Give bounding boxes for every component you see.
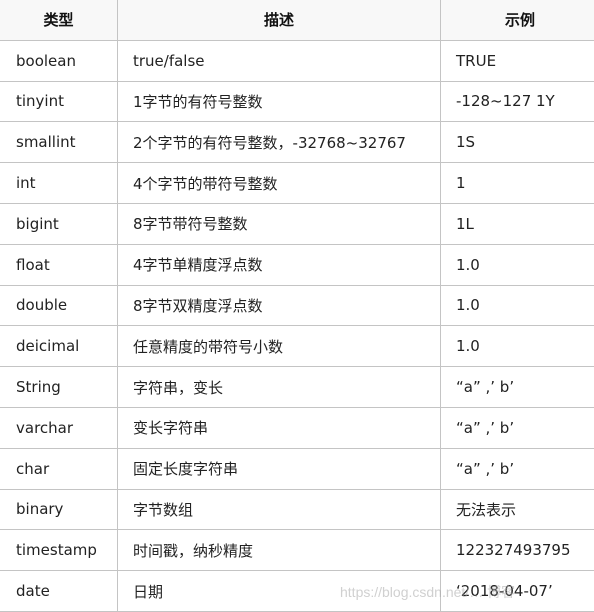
cell-description: 字符串，变长 bbox=[118, 367, 441, 408]
cell-description: 4个字节的带符号整数 bbox=[118, 163, 441, 204]
cell-type: tinyint bbox=[0, 81, 118, 122]
cell-example: -128~127 1Y bbox=[441, 81, 594, 122]
header-example: 示例 bbox=[441, 0, 594, 40]
cell-example: 122327493795 bbox=[441, 530, 594, 571]
cell-type: date bbox=[0, 571, 118, 612]
table-row: bigint8字节带符号整数1L bbox=[0, 203, 594, 244]
cell-description: 字节数组 bbox=[118, 489, 441, 530]
cell-description: 4字节单精度浮点数 bbox=[118, 244, 441, 285]
cell-type: char bbox=[0, 448, 118, 489]
data-types-table: 类型 描述 示例 booleantrue/falseTRUEtinyint1字节… bbox=[0, 0, 594, 612]
cell-description: 日期 bbox=[118, 571, 441, 612]
table-row: binary字节数组无法表示 bbox=[0, 489, 594, 530]
cell-description: 变长字符串 bbox=[118, 407, 441, 448]
cell-type: deicimal bbox=[0, 326, 118, 367]
table-row: char固定长度字符串 “a” ,’ b’ bbox=[0, 448, 594, 489]
cell-example: 无法表示 bbox=[441, 489, 594, 530]
cell-description: 2个字节的有符号整数，-32768~32767 bbox=[118, 122, 441, 163]
cell-example: 1 bbox=[441, 163, 594, 204]
table-row: tinyint1字节的有符号整数-128~127 1Y bbox=[0, 81, 594, 122]
table-row: float4字节单精度浮点数1.0 bbox=[0, 244, 594, 285]
cell-example: 1.0 bbox=[441, 285, 594, 326]
cell-description: 任意精度的带符号小数 bbox=[118, 326, 441, 367]
cell-example: “a” ,’ b’ bbox=[441, 367, 594, 408]
cell-type: timestamp bbox=[0, 530, 118, 571]
cell-type: bigint bbox=[0, 203, 118, 244]
cell-example: ‘2018-04-07’ bbox=[441, 571, 594, 612]
table-row: int4个字节的带符号整数1 bbox=[0, 163, 594, 204]
cell-type: float bbox=[0, 244, 118, 285]
cell-description: 固定长度字符串 bbox=[118, 448, 441, 489]
table-body: booleantrue/falseTRUEtinyint1字节的有符号整数-12… bbox=[0, 40, 594, 611]
cell-description: 8字节带符号整数 bbox=[118, 203, 441, 244]
cell-type: smallint bbox=[0, 122, 118, 163]
cell-example: 1S bbox=[441, 122, 594, 163]
cell-type: int bbox=[0, 163, 118, 204]
cell-description: true/false bbox=[118, 40, 441, 81]
cell-type: String bbox=[0, 367, 118, 408]
cell-example: TRUE bbox=[441, 40, 594, 81]
cell-description: 时间戳，纳秒精度 bbox=[118, 530, 441, 571]
table-row: date日期‘2018-04-07’ bbox=[0, 571, 594, 612]
cell-example: 1.0 bbox=[441, 244, 594, 285]
cell-example: 1L bbox=[441, 203, 594, 244]
table-row: varchar变长字符串 “a” ,’ b’ bbox=[0, 407, 594, 448]
table-row: double8字节双精度浮点数1.0 bbox=[0, 285, 594, 326]
header-type: 类型 bbox=[0, 0, 118, 40]
table-row: smallint2个字节的有符号整数，-32768~327671S bbox=[0, 122, 594, 163]
cell-description: 1字节的有符号整数 bbox=[118, 81, 441, 122]
cell-description: 8字节双精度浮点数 bbox=[118, 285, 441, 326]
cell-type: binary bbox=[0, 489, 118, 530]
cell-type: double bbox=[0, 285, 118, 326]
cell-example: “a” ,’ b’ bbox=[441, 448, 594, 489]
cell-type: varchar bbox=[0, 407, 118, 448]
table-row: deicimal任意精度的带符号小数1.0 bbox=[0, 326, 594, 367]
table-row: timestamp时间戳，纳秒精度122327493795 bbox=[0, 530, 594, 571]
header-description: 描述 bbox=[118, 0, 441, 40]
table-row: String字符串，变长 “a” ,’ b’ bbox=[0, 367, 594, 408]
cell-example: “a” ,’ b’ bbox=[441, 407, 594, 448]
table-row: booleantrue/falseTRUE bbox=[0, 40, 594, 81]
cell-example: 1.0 bbox=[441, 326, 594, 367]
cell-type: boolean bbox=[0, 40, 118, 81]
table-header-row: 类型 描述 示例 bbox=[0, 0, 594, 40]
